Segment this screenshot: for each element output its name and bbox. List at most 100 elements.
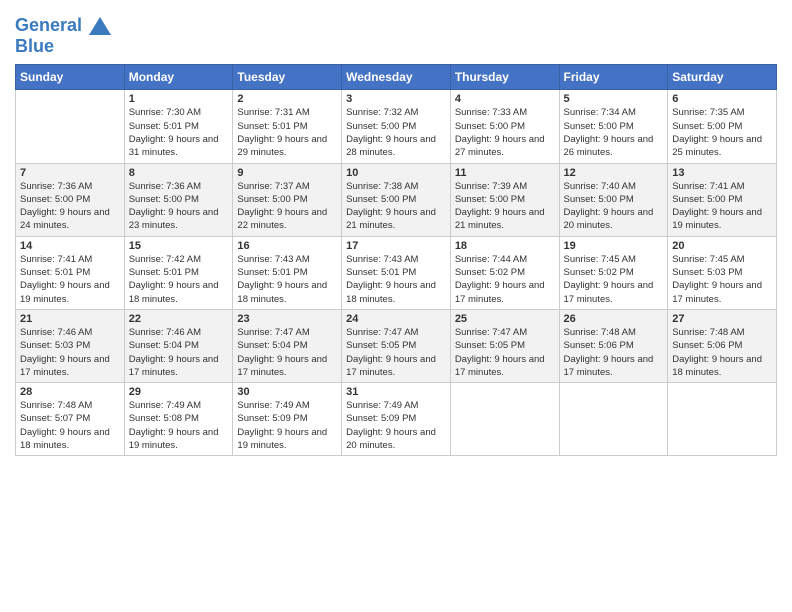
calendar-cell: 10Sunrise: 7:38 AMSunset: 5:00 PMDayligh… (342, 163, 451, 236)
day-number: 14 (20, 240, 120, 252)
day-number: 23 (237, 313, 337, 325)
day-info: Sunrise: 7:47 AMSunset: 5:05 PMDaylight:… (455, 326, 555, 379)
day-number: 8 (129, 167, 229, 179)
calendar-cell: 7Sunrise: 7:36 AMSunset: 5:00 PMDaylight… (16, 163, 125, 236)
weekday-header-sunday: Sunday (16, 65, 125, 90)
day-info: Sunrise: 7:44 AMSunset: 5:02 PMDaylight:… (455, 253, 555, 306)
calendar-cell: 28Sunrise: 7:48 AMSunset: 5:07 PMDayligh… (16, 383, 125, 456)
calendar-cell (16, 90, 125, 163)
calendar-cell: 30Sunrise: 7:49 AMSunset: 5:09 PMDayligh… (233, 383, 342, 456)
day-number: 30 (237, 386, 337, 398)
day-number: 24 (346, 313, 446, 325)
day-info: Sunrise: 7:40 AMSunset: 5:00 PMDaylight:… (564, 180, 664, 233)
day-info: Sunrise: 7:39 AMSunset: 5:00 PMDaylight:… (455, 180, 555, 233)
calendar-cell: 29Sunrise: 7:49 AMSunset: 5:08 PMDayligh… (124, 383, 233, 456)
day-number: 13 (672, 167, 772, 179)
day-number: 2 (237, 93, 337, 105)
day-number: 26 (564, 313, 664, 325)
calendar-cell: 20Sunrise: 7:45 AMSunset: 5:03 PMDayligh… (668, 236, 777, 309)
day-number: 25 (455, 313, 555, 325)
day-number: 10 (346, 167, 446, 179)
calendar-cell: 19Sunrise: 7:45 AMSunset: 5:02 PMDayligh… (559, 236, 668, 309)
day-info: Sunrise: 7:49 AMSunset: 5:08 PMDaylight:… (129, 399, 229, 452)
day-number: 7 (20, 167, 120, 179)
day-number: 27 (672, 313, 772, 325)
calendar-cell: 4Sunrise: 7:33 AMSunset: 5:00 PMDaylight… (450, 90, 559, 163)
calendar-cell: 13Sunrise: 7:41 AMSunset: 5:00 PMDayligh… (668, 163, 777, 236)
day-info: Sunrise: 7:41 AMSunset: 5:01 PMDaylight:… (20, 253, 120, 306)
weekday-header-row: SundayMondayTuesdayWednesdayThursdayFrid… (16, 65, 777, 90)
day-number: 20 (672, 240, 772, 252)
calendar-cell: 15Sunrise: 7:42 AMSunset: 5:01 PMDayligh… (124, 236, 233, 309)
logo: General Blue (15, 15, 111, 56)
header: General Blue (15, 10, 777, 56)
day-number: 22 (129, 313, 229, 325)
calendar-week-3: 14Sunrise: 7:41 AMSunset: 5:01 PMDayligh… (16, 236, 777, 309)
calendar-cell (559, 383, 668, 456)
day-info: Sunrise: 7:34 AMSunset: 5:00 PMDaylight:… (564, 106, 664, 159)
day-number: 29 (129, 386, 229, 398)
calendar-cell: 5Sunrise: 7:34 AMSunset: 5:00 PMDaylight… (559, 90, 668, 163)
day-number: 3 (346, 93, 446, 105)
day-info: Sunrise: 7:30 AMSunset: 5:01 PMDaylight:… (129, 106, 229, 159)
day-info: Sunrise: 7:49 AMSunset: 5:09 PMDaylight:… (237, 399, 337, 452)
calendar-cell: 26Sunrise: 7:48 AMSunset: 5:06 PMDayligh… (559, 309, 668, 382)
calendar-cell: 9Sunrise: 7:37 AMSunset: 5:00 PMDaylight… (233, 163, 342, 236)
calendar-cell: 1Sunrise: 7:30 AMSunset: 5:01 PMDaylight… (124, 90, 233, 163)
calendar-week-4: 21Sunrise: 7:46 AMSunset: 5:03 PMDayligh… (16, 309, 777, 382)
logo-icon (89, 17, 111, 35)
weekday-header-saturday: Saturday (668, 65, 777, 90)
day-number: 12 (564, 167, 664, 179)
day-info: Sunrise: 7:42 AMSunset: 5:01 PMDaylight:… (129, 253, 229, 306)
day-number: 31 (346, 386, 446, 398)
calendar-cell: 23Sunrise: 7:47 AMSunset: 5:04 PMDayligh… (233, 309, 342, 382)
day-number: 1 (129, 93, 229, 105)
day-number: 19 (564, 240, 664, 252)
calendar-cell: 3Sunrise: 7:32 AMSunset: 5:00 PMDaylight… (342, 90, 451, 163)
weekday-header-friday: Friday (559, 65, 668, 90)
day-number: 21 (20, 313, 120, 325)
day-number: 17 (346, 240, 446, 252)
weekday-header-tuesday: Tuesday (233, 65, 342, 90)
calendar-cell: 31Sunrise: 7:49 AMSunset: 5:09 PMDayligh… (342, 383, 451, 456)
day-info: Sunrise: 7:38 AMSunset: 5:00 PMDaylight:… (346, 180, 446, 233)
calendar-cell: 16Sunrise: 7:43 AMSunset: 5:01 PMDayligh… (233, 236, 342, 309)
day-info: Sunrise: 7:45 AMSunset: 5:03 PMDaylight:… (672, 253, 772, 306)
calendar-cell: 12Sunrise: 7:40 AMSunset: 5:00 PMDayligh… (559, 163, 668, 236)
logo-blue: Blue (15, 36, 111, 57)
weekday-header-monday: Monday (124, 65, 233, 90)
day-number: 11 (455, 167, 555, 179)
day-info: Sunrise: 7:32 AMSunset: 5:00 PMDaylight:… (346, 106, 446, 159)
day-info: Sunrise: 7:49 AMSunset: 5:09 PMDaylight:… (346, 399, 446, 452)
calendar-week-1: 1Sunrise: 7:30 AMSunset: 5:01 PMDaylight… (16, 90, 777, 163)
day-info: Sunrise: 7:37 AMSunset: 5:00 PMDaylight:… (237, 180, 337, 233)
day-number: 9 (237, 167, 337, 179)
day-info: Sunrise: 7:45 AMSunset: 5:02 PMDaylight:… (564, 253, 664, 306)
day-info: Sunrise: 7:36 AMSunset: 5:00 PMDaylight:… (20, 180, 120, 233)
logo-text: General (15, 15, 111, 36)
day-info: Sunrise: 7:31 AMSunset: 5:01 PMDaylight:… (237, 106, 337, 159)
day-info: Sunrise: 7:46 AMSunset: 5:03 PMDaylight:… (20, 326, 120, 379)
calendar-cell: 2Sunrise: 7:31 AMSunset: 5:01 PMDaylight… (233, 90, 342, 163)
day-number: 4 (455, 93, 555, 105)
calendar-cell: 6Sunrise: 7:35 AMSunset: 5:00 PMDaylight… (668, 90, 777, 163)
day-info: Sunrise: 7:35 AMSunset: 5:00 PMDaylight:… (672, 106, 772, 159)
day-info: Sunrise: 7:47 AMSunset: 5:05 PMDaylight:… (346, 326, 446, 379)
day-number: 6 (672, 93, 772, 105)
calendar-cell: 17Sunrise: 7:43 AMSunset: 5:01 PMDayligh… (342, 236, 451, 309)
day-number: 15 (129, 240, 229, 252)
day-info: Sunrise: 7:48 AMSunset: 5:06 PMDaylight:… (672, 326, 772, 379)
calendar-table: SundayMondayTuesdayWednesdayThursdayFrid… (15, 64, 777, 456)
logo-general: General (15, 15, 82, 35)
calendar-cell: 8Sunrise: 7:36 AMSunset: 5:00 PMDaylight… (124, 163, 233, 236)
calendar-cell: 27Sunrise: 7:48 AMSunset: 5:06 PMDayligh… (668, 309, 777, 382)
page-container: General Blue SundayMondayTuesdayWednesda… (0, 0, 792, 466)
day-info: Sunrise: 7:48 AMSunset: 5:06 PMDaylight:… (564, 326, 664, 379)
day-number: 18 (455, 240, 555, 252)
day-info: Sunrise: 7:36 AMSunset: 5:00 PMDaylight:… (129, 180, 229, 233)
calendar-cell: 18Sunrise: 7:44 AMSunset: 5:02 PMDayligh… (450, 236, 559, 309)
weekday-header-wednesday: Wednesday (342, 65, 451, 90)
day-info: Sunrise: 7:43 AMSunset: 5:01 PMDaylight:… (346, 253, 446, 306)
calendar-cell: 25Sunrise: 7:47 AMSunset: 5:05 PMDayligh… (450, 309, 559, 382)
day-number: 5 (564, 93, 664, 105)
